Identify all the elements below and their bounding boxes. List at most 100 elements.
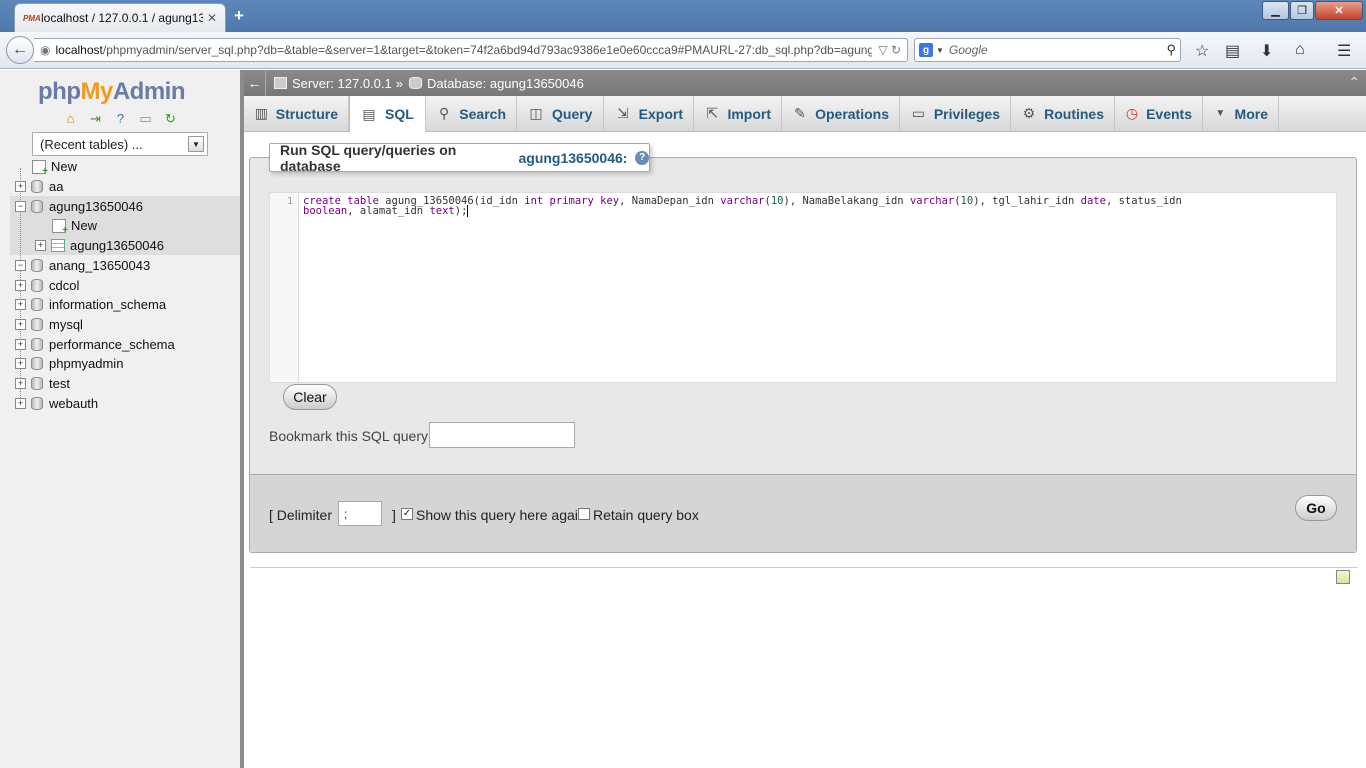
- expand-icon[interactable]: +: [15, 319, 26, 330]
- tree-agung-new-table[interactable]: New: [52, 216, 97, 236]
- go-button[interactable]: Go: [1295, 495, 1337, 521]
- tab-sql[interactable]: ▤ SQL: [349, 96, 426, 132]
- tab-privileges[interactable]: ▭ Privileges: [900, 96, 1011, 131]
- tree-db-cdcol[interactable]: + cdcol: [15, 276, 79, 295]
- tab-events[interactable]: ◷ Events: [1115, 96, 1203, 131]
- show-query-checkbox[interactable]: ✓: [401, 508, 413, 520]
- tab-search[interactable]: ⚲ Search: [426, 96, 517, 131]
- tab-close-icon[interactable]: ✕: [207, 11, 217, 25]
- tab-routines[interactable]: ⚙ Routines: [1011, 96, 1115, 131]
- expand-icon[interactable]: +: [15, 398, 26, 409]
- tree-db-aa[interactable]: + aa: [15, 177, 63, 196]
- sql-icon: ▤: [362, 105, 376, 122]
- tree-db-performance-schema[interactable]: + performance_schema: [15, 335, 175, 354]
- magnifier-icon[interactable]: ⚲: [1166, 42, 1176, 58]
- tree-db-mysql[interactable]: + mysql: [15, 315, 83, 334]
- expand-icon[interactable]: +: [15, 378, 26, 389]
- pma-favicon-icon: PMA: [23, 13, 41, 23]
- bookmark-star-icon[interactable]: ☆: [1195, 41, 1209, 61]
- bookmark-label: Bookmark this SQL query:: [269, 428, 432, 444]
- breadcrumb-separator: »: [395, 75, 403, 91]
- minimize-icon[interactable]: ▁: [1262, 1, 1289, 20]
- search-placeholder: Google: [948, 43, 988, 57]
- help-icon[interactable]: ?: [112, 110, 129, 127]
- expand-icon[interactable]: +: [15, 339, 26, 350]
- google-icon[interactable]: g: [919, 43, 933, 57]
- collapse-icon[interactable]: −: [15, 201, 26, 212]
- tree-db-webauth[interactable]: + webauth: [15, 394, 98, 413]
- maximize-icon[interactable]: ❐: [1290, 1, 1314, 20]
- dropdown-arrow-icon[interactable]: ▽: [878, 43, 887, 57]
- clear-button[interactable]: Clear: [283, 384, 337, 410]
- chevron-down-icon[interactable]: ▼: [188, 136, 204, 152]
- retain-query-checkbox[interactable]: [578, 508, 590, 520]
- collapse-icon[interactable]: −: [15, 260, 26, 271]
- routines-icon: ⚙: [1022, 105, 1036, 121]
- home-icon[interactable]: ⌂: [62, 110, 79, 127]
- reload-nav-icon[interactable]: ↻: [162, 110, 179, 127]
- help-icon[interactable]: ?: [635, 150, 649, 165]
- tab-query[interactable]: ◫ Query: [517, 96, 604, 131]
- tab-export[interactable]: ⇲ Export: [604, 96, 694, 131]
- phpmyadmin-logo[interactable]: phpMyAdmin: [38, 78, 186, 106]
- database-icon: [31, 279, 43, 292]
- database-icon: [31, 298, 43, 311]
- database-icon: [408, 77, 422, 89]
- tree-new-database[interactable]: New: [32, 157, 77, 177]
- new-tab-button[interactable]: +: [234, 6, 244, 26]
- home-icon[interactable]: ⌂: [1295, 41, 1305, 59]
- database-icon: [31, 200, 43, 213]
- console-icon[interactable]: [1336, 570, 1350, 584]
- chevron-down-icon: ▼: [1215, 108, 1226, 119]
- tab-operations[interactable]: ✎ Operations: [782, 96, 900, 131]
- bookmark-input[interactable]: [429, 422, 575, 448]
- delimiter-input[interactable]: ;: [338, 501, 382, 526]
- reload-icon[interactable]: ↻: [891, 43, 901, 57]
- divider: [250, 567, 1358, 568]
- browser-tab[interactable]: PMA localhost / 127.0.0.1 / agung13... ✕: [14, 3, 226, 32]
- scroll-top-icon[interactable]: ⌃: [1348, 74, 1360, 91]
- expand-icon[interactable]: +: [15, 358, 26, 369]
- collapse-panel-icon[interactable]: ←: [244, 70, 266, 96]
- url-bar[interactable]: ◉ localhost/phpmyadmin/server_sql.php?db…: [34, 38, 908, 62]
- tab-more[interactable]: ▼ More: [1203, 96, 1279, 131]
- recent-tables-select[interactable]: (Recent tables) ... ▼: [32, 132, 208, 156]
- search-bar[interactable]: g ▼ Google ⚲: [914, 38, 1181, 62]
- show-query-label: Show this query here again: [416, 507, 586, 523]
- tree-agung-table[interactable]: + agung13650046: [35, 236, 164, 255]
- search-icon: ⚲: [439, 105, 450, 121]
- tree-db-anang[interactable]: − anang_13650043: [15, 256, 150, 275]
- tab-title: localhost / 127.0.0.1 / agung13...: [41, 11, 203, 25]
- docs-icon[interactable]: ▭: [137, 110, 154, 127]
- url-text[interactable]: localhost/phpmyadmin/server_sql.php?db=&…: [55, 43, 872, 57]
- tree-db-phpmyadmin[interactable]: + phpmyadmin: [15, 354, 123, 373]
- tree-db-test[interactable]: + test: [15, 374, 70, 393]
- expand-icon[interactable]: +: [35, 240, 46, 251]
- expand-icon[interactable]: +: [15, 280, 26, 291]
- breadcrumb-database[interactable]: Database: agung13650046: [408, 76, 584, 91]
- delimiter-label: [ Delimiter: [269, 507, 333, 523]
- engine-dropdown-icon[interactable]: ▼: [936, 46, 944, 55]
- tree-db-agung[interactable]: − agung13650046: [15, 197, 143, 216]
- delimiter-close-bracket: ]: [392, 507, 396, 523]
- expand-icon[interactable]: +: [15, 299, 26, 310]
- logout-icon[interactable]: ⇥: [87, 110, 104, 127]
- tab-structure[interactable]: ▥ Structure: [244, 96, 349, 131]
- export-icon: ⇲: [616, 105, 629, 121]
- expand-icon[interactable]: +: [15, 181, 26, 192]
- text-cursor: [467, 205, 469, 217]
- close-window-icon[interactable]: ✕: [1315, 1, 1363, 20]
- tree-db-information-schema[interactable]: + information_schema: [15, 295, 166, 314]
- main-tabs: ▥ Structure ▤ SQL ⚲ Search ◫ Query ⇲ Export ⇱…: [244, 96, 1366, 132]
- structure-icon: ▥: [254, 105, 268, 121]
- tab-import[interactable]: ⇱ Import: [694, 96, 782, 131]
- menu-icon[interactable]: ☰: [1337, 41, 1351, 61]
- sql-code[interactable]: create table agung_13650046(id_idn int p…: [303, 196, 1303, 217]
- downloads-icon[interactable]: ⬇: [1260, 41, 1273, 61]
- database-icon: [31, 318, 43, 331]
- sql-editor[interactable]: 1 create table agung_13650046(id_idn int…: [269, 192, 1337, 383]
- bookmarks-list-icon[interactable]: ▤: [1225, 41, 1240, 61]
- back-arrow-icon[interactable]: ←: [6, 36, 34, 64]
- panel-resizer[interactable]: [240, 70, 244, 768]
- breadcrumb-server[interactable]: Server: 127.0.0.1: [274, 76, 392, 91]
